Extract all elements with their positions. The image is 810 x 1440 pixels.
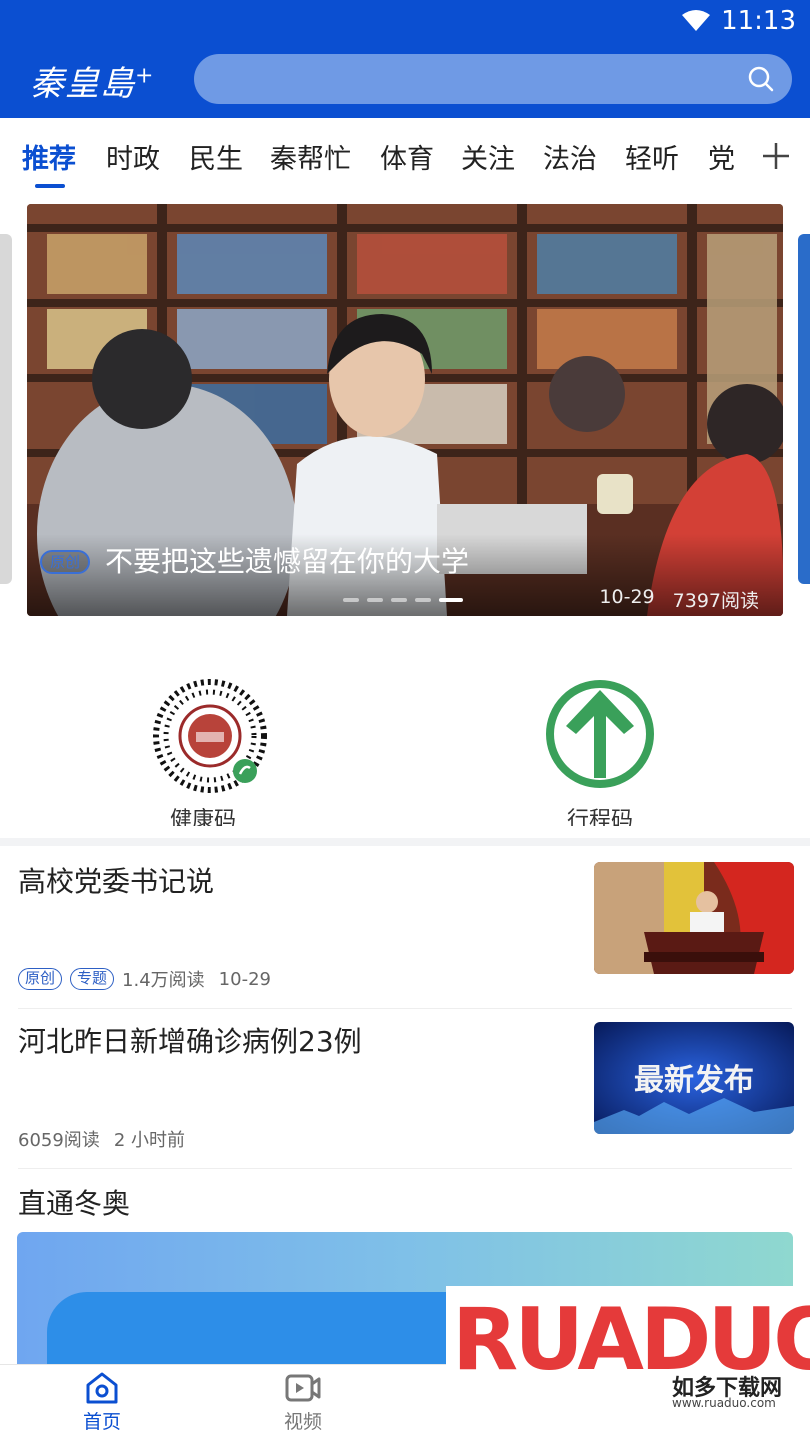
thumb-caption: 最新发布 [634, 1063, 754, 1098]
speaker-photo [594, 862, 794, 974]
health-code-label[interactable]: 健康码 [170, 802, 236, 826]
carousel-dot[interactable] [391, 598, 407, 602]
news-item[interactable]: 河北昨日新增确诊病例23例 6059阅读 2 小时前 最新发布 [18, 1008, 794, 1168]
wechat-miniprogram-qr-icon[interactable] [150, 676, 270, 796]
carousel-dot[interactable] [367, 598, 383, 602]
carousel-dot[interactable] [343, 598, 359, 602]
tab-qin-help[interactable]: 秦帮忙 [270, 137, 351, 176]
news-thumbnail[interactable] [594, 862, 794, 974]
news-reads: 6059阅读 [18, 1130, 100, 1151]
news-time: 10-29 [218, 968, 271, 990]
tab-livelihood[interactable]: 民生 [189, 137, 243, 176]
section-title[interactable]: 直通冬奥 [18, 1182, 130, 1222]
tab-sports[interactable]: 体育 [380, 137, 434, 176]
news-thumbnail[interactable]: 最新发布 [594, 1022, 794, 1134]
section-divider [0, 838, 810, 846]
news-title[interactable]: 高校党委书记说 [18, 860, 214, 900]
carousel-dot[interactable] [415, 598, 431, 602]
topic-tag: 专题 [70, 968, 115, 990]
search-bar[interactable] [194, 54, 792, 104]
banner-carousel[interactable]: 原创 不要把这些遗憾留在你的大学 10-29 7397阅读 [27, 204, 783, 616]
nav-video-label: 视频 [283, 1411, 322, 1433]
banner-reads: 7397阅读 [672, 590, 759, 612]
status-bar: 11:13 [681, 4, 796, 38]
tab-focus[interactable]: 关注 [461, 137, 515, 176]
news-reads: 1.4万阅读 [122, 970, 205, 991]
list-separator [18, 1168, 792, 1169]
nav-video[interactable]: 视频 [263, 1371, 343, 1434]
logo-text: 秦皇島 [30, 64, 135, 104]
news-title[interactable]: 河北昨日新增确诊病例23例 [18, 1020, 362, 1060]
original-tag: 原创 [18, 968, 63, 990]
news-meta: 6059阅读 2 小时前 [18, 1126, 185, 1152]
home-icon [86, 1372, 118, 1404]
nav-home[interactable]: 首页 [62, 1371, 142, 1434]
trip-code-label[interactable]: 行程码 [567, 802, 633, 826]
search-icon[interactable] [748, 66, 774, 92]
video-icon [285, 1374, 321, 1402]
news-meta: 原创 专题 1.4万阅读 10-29 [18, 966, 271, 992]
tab-politics[interactable]: 时政 [106, 137, 160, 176]
add-channel-icon[interactable] [760, 140, 792, 172]
tab-listen[interactable]: 轻听 [625, 137, 679, 176]
tab-recommend[interactable]: 推荐 [22, 137, 76, 176]
wifi-icon [682, 10, 711, 31]
tab-law[interactable]: 法治 [543, 137, 597, 176]
banner-meta: 10-29 7397阅读 [599, 586, 759, 613]
latest-release-graphic: 最新发布 [594, 1022, 794, 1134]
channel-tabs: 推荐 时政 民生 秦帮忙 体育 关注 法治 轻听 党 [0, 118, 810, 196]
carousel-dot-active[interactable] [439, 598, 463, 602]
active-tab-indicator [35, 184, 65, 188]
carousel-next-peek[interactable] [798, 234, 810, 584]
news-time: 2 小时前 [113, 1130, 185, 1151]
carousel-prev-peek[interactable] [0, 234, 12, 584]
news-item[interactable]: 高校党委书记说 原创 专题 1.4万阅读 10-29 [18, 848, 794, 1008]
banner-date: 10-29 [599, 586, 655, 608]
green-up-arrow-icon[interactable] [544, 678, 656, 790]
carousel-dots [343, 598, 463, 602]
tab-party[interactable]: 党 [708, 137, 735, 176]
watermark: RUADUO 如多下载网 www.ruaduo.com [446, 1286, 810, 1440]
watermark-url: www.ruaduo.com [672, 1396, 776, 1410]
app-logo[interactable]: 秦皇島+ [30, 56, 154, 105]
original-badge: 原创 [40, 550, 91, 574]
nav-home-label: 首页 [82, 1411, 121, 1433]
quick-links: 健康码 行程码 [0, 660, 810, 826]
top-app-bar: 11:13 秦皇島+ [0, 0, 810, 118]
logo-plus: + [135, 63, 155, 89]
status-time: 11:13 [721, 6, 796, 36]
banner-title[interactable]: 不要把这些遗憾留在你的大学 [105, 540, 469, 580]
